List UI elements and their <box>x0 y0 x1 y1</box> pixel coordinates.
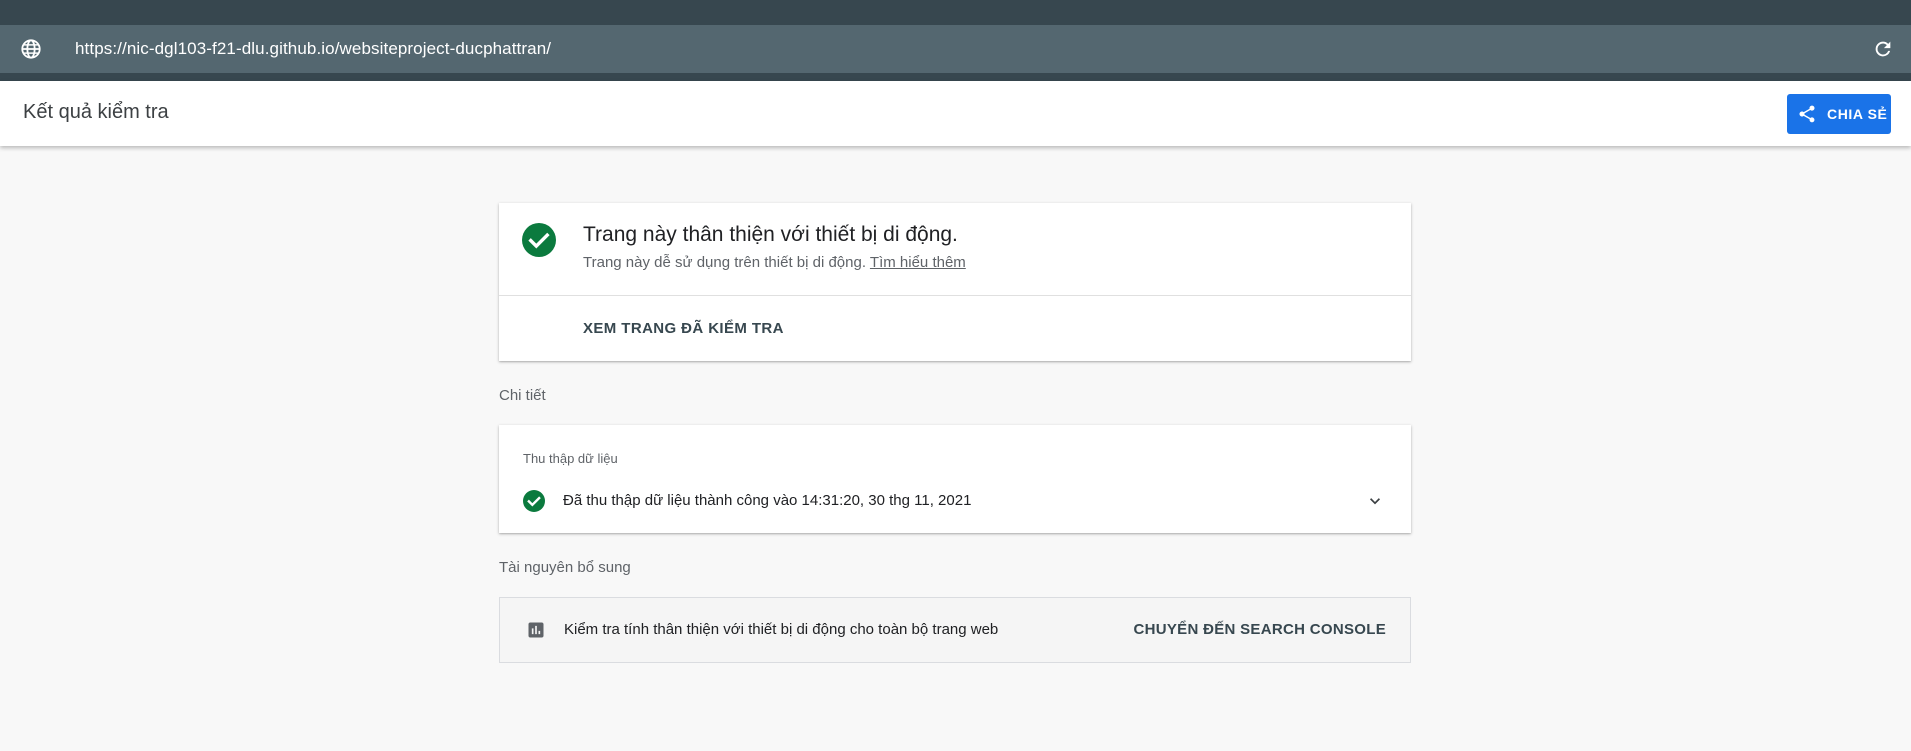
details-card[interactable]: Thu thập dữ liệu Đã thu thập dữ liệu thà… <box>499 425 1411 533</box>
result-subtitle: Trang này dễ sử dụng trên thiết bị di độ… <box>583 254 966 271</box>
globe-icon <box>21 39 41 59</box>
result-title: Trang này thân thiện với thiết bị di độn… <box>583 223 958 246</box>
resource-card: Kiểm tra tính thân thiện với thiết bị di… <box>499 597 1411 663</box>
check-circle-icon <box>523 490 545 512</box>
check-circle-icon <box>522 223 556 257</box>
crawl-status: Đã thu thập dữ liệu thành công vào 14:31… <box>563 492 972 509</box>
learn-more-link[interactable]: Tìm hiểu thêm <box>870 254 966 271</box>
view-tested-page-button[interactable]: XEM TRANG ĐÃ KIỂM TRA <box>583 320 784 337</box>
resources-section-label: Tài nguyên bổ sung <box>499 559 631 576</box>
reload-icon[interactable] <box>1872 38 1894 60</box>
chevron-down-icon[interactable] <box>1365 491 1385 511</box>
url-text[interactable]: https://nic-dgl103-f21-dlu.github.io/web… <box>75 39 551 59</box>
bar-chart-icon <box>528 622 544 638</box>
crawl-label: Thu thập dữ liệu <box>523 451 618 466</box>
page-title: Kết quả kiểm tra <box>23 101 169 123</box>
details-section-label: Chi tiết <box>499 387 546 404</box>
result-subtitle-text: Trang này dễ sử dụng trên thiết bị di độ… <box>583 254 867 271</box>
page-header: Kết quả kiểm tra CHIA SẺ <box>0 81 1911 146</box>
share-button-label: CHIA SẺ <box>1827 106 1888 122</box>
share-button[interactable]: CHIA SẺ <box>1787 94 1891 134</box>
browser-chrome: https://nic-dgl103-f21-dlu.github.io/web… <box>0 0 1911 81</box>
go-to-search-console-button[interactable]: CHUYỂN ĐẾN SEARCH CONSOLE <box>1133 621 1386 638</box>
result-card: Trang này thân thiện với thiết bị di độn… <box>499 203 1411 361</box>
share-icon <box>1799 105 1815 123</box>
resource-description: Kiểm tra tính thân thiện với thiết bị di… <box>564 621 999 638</box>
result-summary: Trang này thân thiện với thiết bị di độn… <box>499 203 1411 296</box>
url-bar[interactable]: https://nic-dgl103-f21-dlu.github.io/web… <box>0 25 1911 73</box>
